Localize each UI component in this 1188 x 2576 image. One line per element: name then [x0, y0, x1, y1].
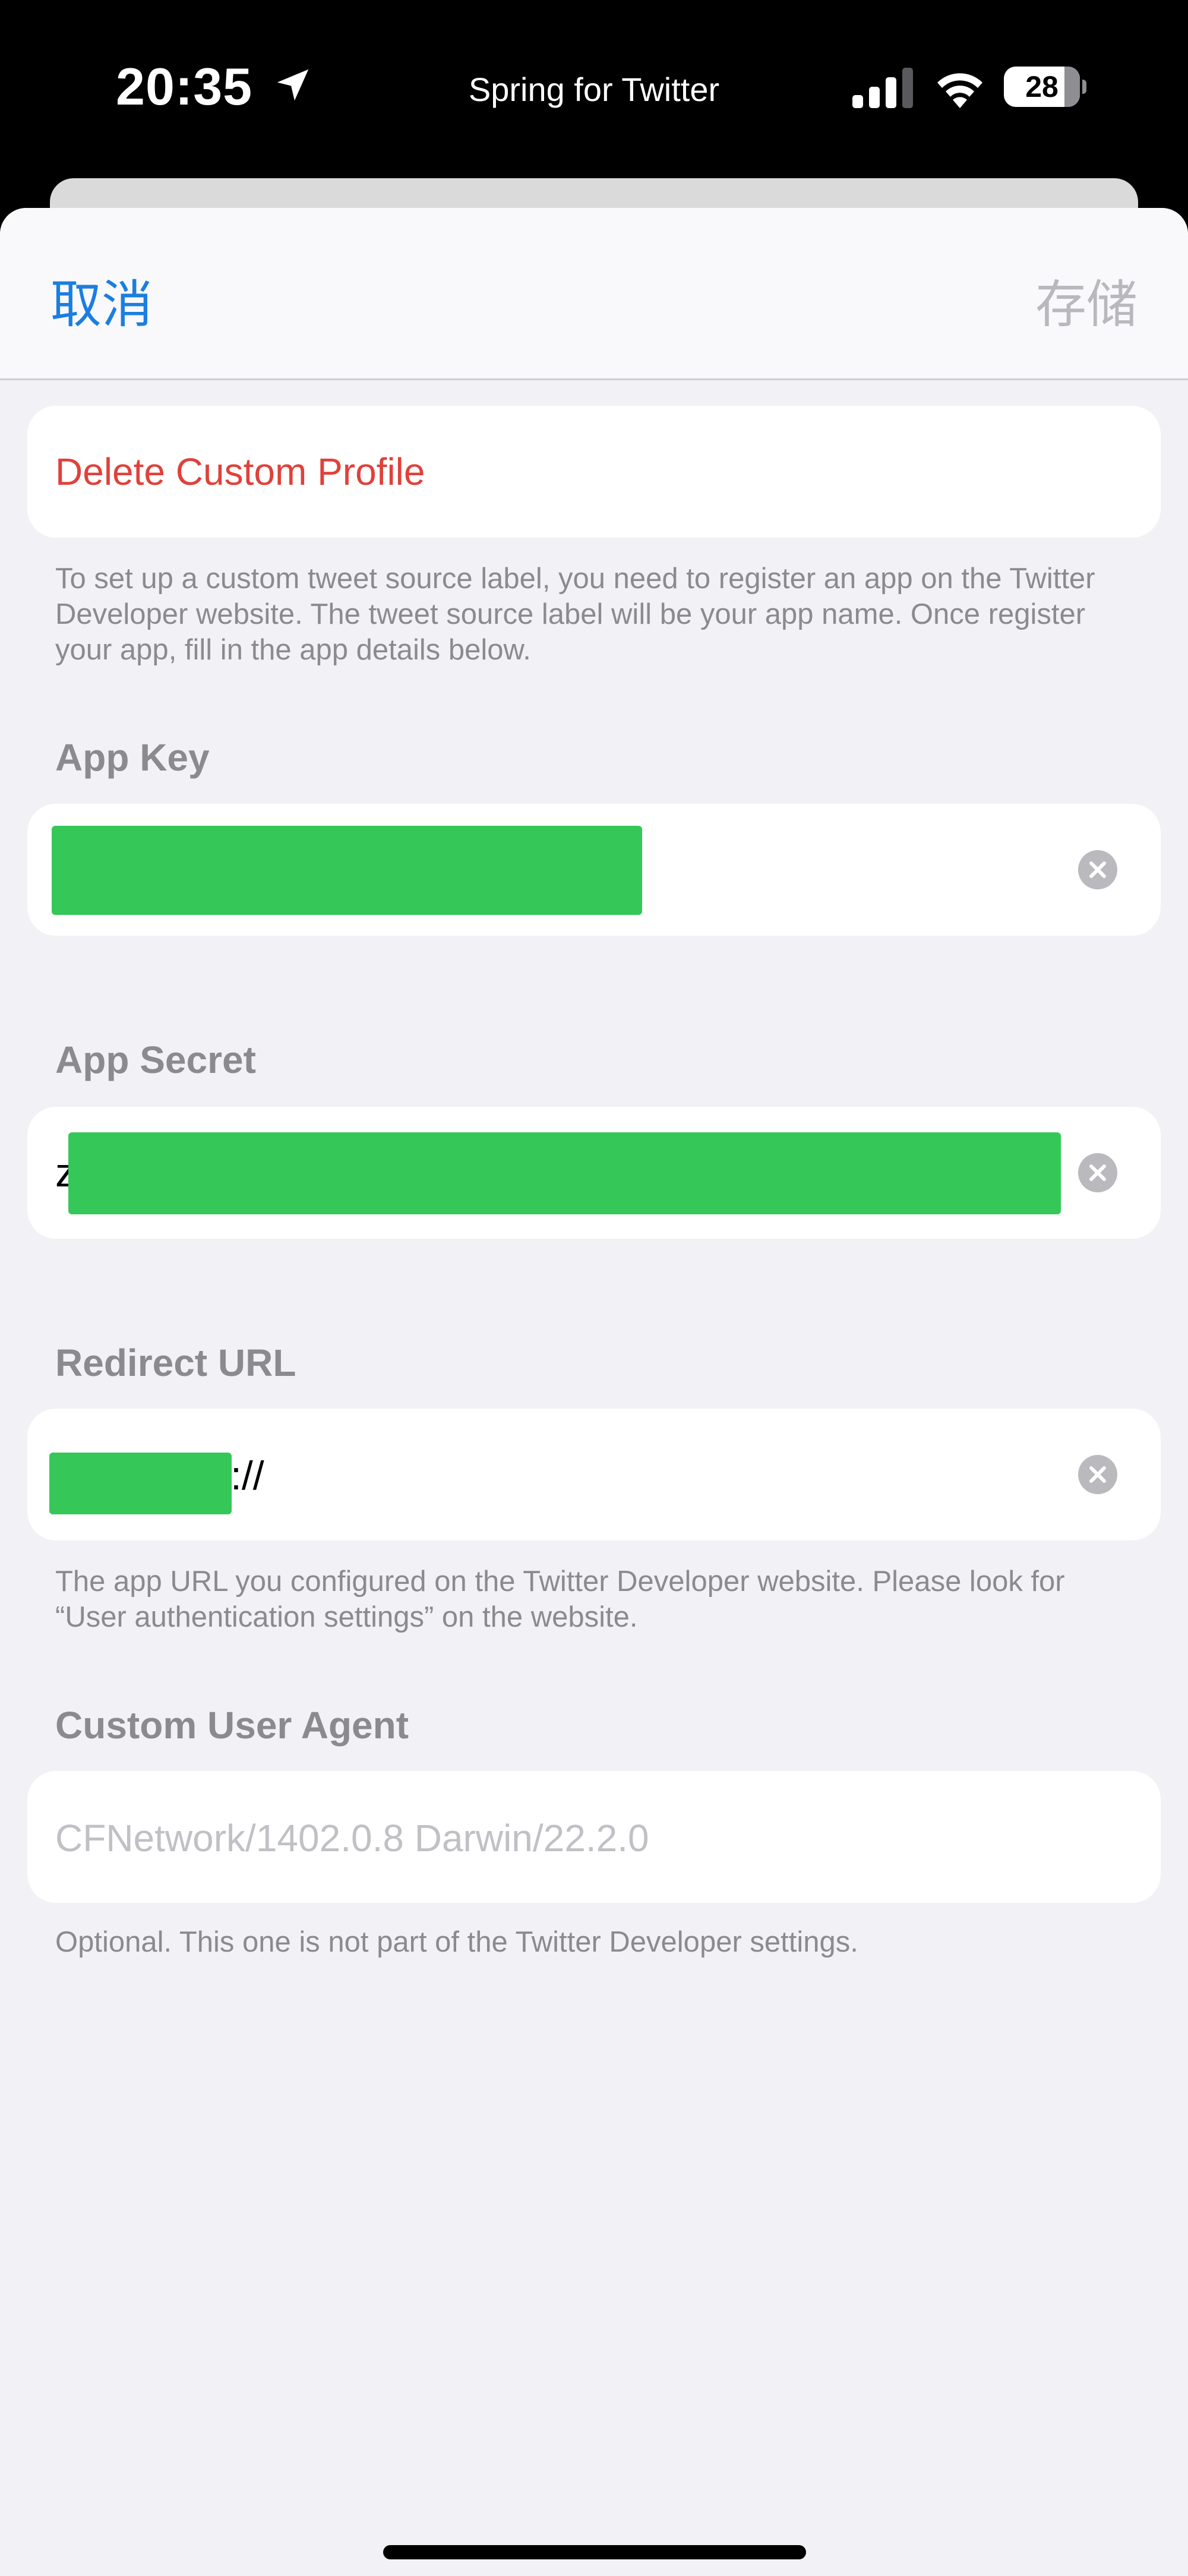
cancel-button[interactable]: 取消: [50, 263, 153, 337]
delete-profile-label: Delete Custom Profile: [55, 450, 425, 493]
app-secret-redacted-value: [68, 1132, 1061, 1214]
redirect-url-visible-suffix: ://: [230, 1453, 264, 1498]
redirect-url-field[interactable]: ://: [27, 1409, 1161, 1540]
battery-body: 28: [1004, 67, 1080, 107]
wifi-icon: [937, 73, 982, 108]
battery-empty-portion: [1064, 67, 1080, 107]
clear-redirect-url-icon[interactable]: [1078, 1455, 1117, 1494]
user-agent-header: Custom User Agent: [55, 1704, 409, 1747]
status-bar: 20:35 Spring for Twitter 28: [0, 0, 1188, 178]
clear-app-key-icon[interactable]: [1078, 850, 1117, 889]
cellular-signal-icon: [852, 68, 913, 108]
redirect-url-redacted-scheme: [49, 1453, 232, 1514]
app-key-header: App Key: [55, 736, 210, 779]
app-secret-header: App Secret: [55, 1038, 256, 1081]
battery-level: 28: [1025, 70, 1059, 103]
home-indicator[interactable]: [383, 2545, 806, 2559]
setup-footnote: To set up a custom tweet source label, y…: [55, 563, 1095, 666]
delete-profile-cell[interactable]: Delete Custom Profile: [27, 406, 1161, 538]
save-button[interactable]: 存储: [1035, 263, 1138, 337]
clear-app-secret-icon[interactable]: [1078, 1153, 1117, 1192]
screen: 20:35 Spring for Twitter 28 取消 存储 Delete…: [0, 0, 1188, 2576]
user-agent-placeholder: CFNetwork/1402.0.8 Darwin/22.2.0: [55, 1817, 649, 1860]
redirect-url-header: Redirect URL: [55, 1341, 296, 1384]
app-key-field[interactable]: [27, 804, 1161, 936]
navigation-bar: 取消 存储: [0, 208, 1188, 380]
redirect-url-footnote: The app URL you configured on the Twitte…: [55, 1565, 1065, 1633]
battery-icon: 28: [1004, 67, 1086, 107]
modal-sheet: 取消 存储 Delete Custom Profile To set up a …: [0, 208, 1188, 2576]
user-agent-footnote: Optional. This one is not part of the Tw…: [55, 1926, 858, 1958]
app-key-redacted-value: [52, 826, 642, 915]
app-secret-field[interactable]: z: [27, 1107, 1161, 1239]
battery-tip: [1082, 80, 1086, 94]
user-agent-field[interactable]: CFNetwork/1402.0.8 Darwin/22.2.0: [27, 1771, 1161, 1903]
